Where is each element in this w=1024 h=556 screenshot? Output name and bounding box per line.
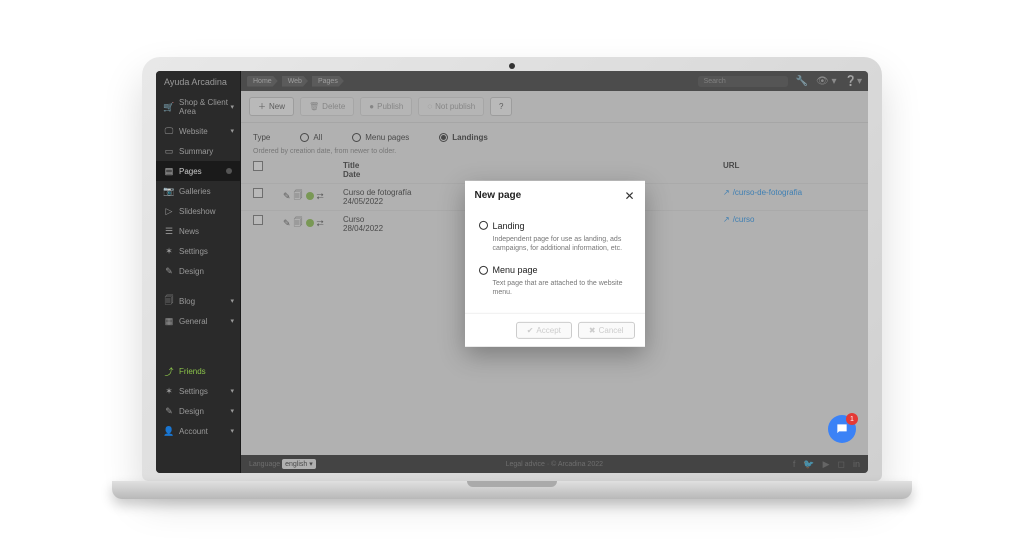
option-desc: Independent page for use as landing, ads… — [479, 231, 631, 253]
sidebar-label: Pages — [179, 167, 202, 176]
user-icon: 👤 — [164, 426, 174, 436]
chevron-down-icon: ▾ — [230, 297, 234, 305]
sidebar-item-pages[interactable]: ▤ Pages — [156, 161, 240, 181]
option-landing[interactable]: Landing Independent page for use as land… — [479, 215, 631, 259]
chevron-down-icon: ▾ — [230, 427, 234, 435]
cancel-label: Cancel — [599, 326, 624, 335]
accept-button[interactable]: ✔ Accept — [516, 322, 572, 339]
new-page-modal: New page ✕ Landing Independent page for … — [465, 181, 645, 347]
sidebar-item-blog[interactable]: 🗐 Blog ▾ — [156, 291, 240, 311]
cancel-button[interactable]: ✖ Cancel — [578, 322, 635, 339]
summary-icon: ▭ — [164, 146, 174, 156]
modal-title: New page — [475, 190, 522, 201]
chevron-down-icon: ▾ — [230, 317, 234, 325]
sidebar-item-slideshow[interactable]: ▷ Slideshow — [156, 201, 240, 221]
chat-widget[interactable]: 1 — [828, 415, 856, 443]
share-icon: ⤴ — [164, 366, 174, 376]
sidebar: Ayuda Arcadina 🛒 Shop & Client Area ▾ 🖵 … — [156, 71, 241, 473]
app-root: Ayuda Arcadina 🛒 Shop & Client Area ▾ 🖵 … — [156, 71, 868, 473]
radio-icon — [479, 221, 488, 230]
sidebar-item-friends[interactable]: ⤴ Friends — [156, 361, 240, 381]
chevron-down-icon: ▾ — [230, 387, 234, 395]
sidebar-label: News — [179, 227, 199, 236]
sidebar-label: Account — [179, 427, 208, 436]
sidebar-item-news[interactable]: ☰ News — [156, 221, 240, 241]
sidebar-label: Settings — [179, 387, 208, 396]
pages-icon: ▤ — [164, 166, 174, 176]
camera-dot — [509, 63, 515, 69]
pencil-icon: ✎ — [164, 266, 174, 276]
cart-icon: 🛒 — [164, 102, 174, 112]
sidebar-item-account[interactable]: 👤 Account ▾ — [156, 421, 240, 441]
sidebar-item-shop[interactable]: 🛒 Shop & Client Area ▾ — [156, 93, 240, 121]
sidebar-label: Summary — [179, 147, 213, 156]
news-icon: ☰ — [164, 226, 174, 236]
option-label: Menu page — [493, 265, 538, 275]
blog-icon: 🗐 — [164, 296, 174, 306]
chat-badge: 1 — [846, 413, 858, 425]
sidebar-item-settings2[interactable]: ✶ Settings ▾ — [156, 381, 240, 401]
chevron-down-icon: ▾ — [230, 407, 234, 415]
sidebar-label: General — [179, 317, 207, 326]
general-icon: ▦ — [164, 316, 174, 326]
sidebar-item-summary[interactable]: ▭ Summary — [156, 141, 240, 161]
sidebar-item-general[interactable]: ▦ General ▾ — [156, 311, 240, 331]
sidebar-label: Website — [179, 127, 208, 136]
gear-icon: ✶ — [164, 246, 174, 256]
sidebar-item-design[interactable]: ✎ Design — [156, 261, 240, 281]
sidebar-item-design2[interactable]: ✎ Design ▾ — [156, 401, 240, 421]
chevron-down-icon: ▾ — [230, 103, 234, 111]
sidebar-label: Blog — [179, 297, 195, 306]
accept-label: Accept — [536, 326, 560, 335]
sidebar-label: Friends — [179, 367, 206, 376]
sidebar-item-website[interactable]: 🖵 Website ▾ — [156, 121, 240, 141]
sidebar-label: Galleries — [179, 187, 211, 196]
sidebar-label: Shop & Client Area — [179, 98, 232, 116]
option-menu-page[interactable]: Menu page Text page that are attached to… — [479, 259, 631, 303]
sidebar-label: Design — [179, 407, 204, 416]
sidebar-label: Settings — [179, 247, 208, 256]
monitor-icon: 🖵 — [164, 126, 174, 136]
pencil-icon: ✎ — [164, 406, 174, 416]
sidebar-label: Design — [179, 267, 204, 276]
sidebar-label: Slideshow — [179, 207, 215, 216]
badge-dot — [226, 168, 232, 174]
gear-icon: ✶ — [164, 386, 174, 396]
option-desc: Text page that are attached to the websi… — [479, 275, 631, 297]
main-area: Home Web Pages Search 🔧 👁 ▾ ❔▾ ＋ New 🗑 D… — [241, 71, 868, 473]
galleries-icon: 📷 — [164, 186, 174, 196]
sidebar-item-galleries[interactable]: 📷 Galleries — [156, 181, 240, 201]
sidebar-item-settings[interactable]: ✶ Settings — [156, 241, 240, 261]
slideshow-icon: ▷ — [164, 206, 174, 216]
close-icon[interactable]: ✕ — [624, 189, 634, 203]
radio-icon — [479, 265, 488, 274]
chevron-down-icon: ▾ — [230, 127, 234, 135]
brand-title: Ayuda Arcadina — [156, 71, 240, 93]
option-label: Landing — [493, 221, 525, 231]
